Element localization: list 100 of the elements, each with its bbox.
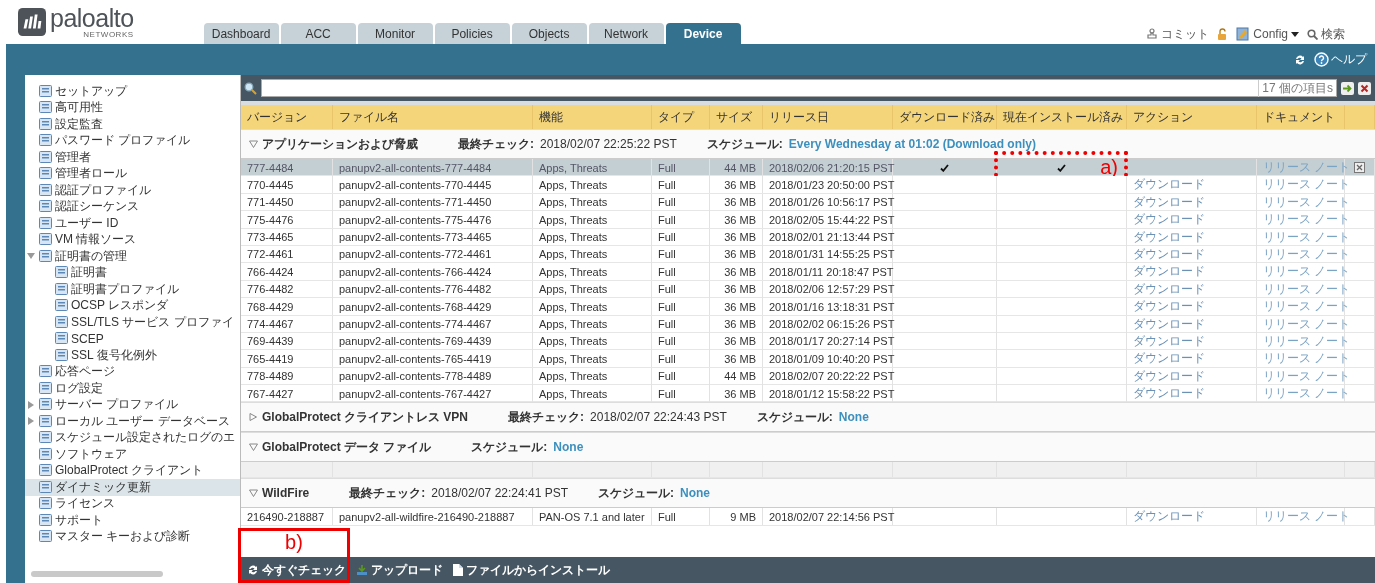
sidebar-item[interactable]: ソフトウェア [25,446,240,463]
sidebar-item[interactable]: 管理者ロール [25,165,240,182]
nav-tab[interactable]: Objects [511,23,587,44]
sidebar-item[interactable]: 高可用性 [25,99,240,116]
table-row[interactable]: 766-4424 panupv2-all-contents-766-4424 Apps, Threats Full 36 MB 2018/01/11 20:18:47 PST ダウンロード リリース ノート [241,263,1375,281]
install-from-file-button[interactable]: ファイルからインストール [453,561,610,579]
nav-tab[interactable]: Dashboard [203,23,279,44]
table-cell: Apps, Threats [533,245,652,263]
table-cell: 2018/01/26 10:56:17 PST [763,193,893,211]
nav-tab[interactable]: Device [665,23,741,44]
table-row[interactable]: 770-4445 panupv2-all-contents-770-4445 Apps, Threats Full 36 MB 2018/01/23 20:50:00 PST ダウンロード リリース ノート [241,176,1375,194]
sidebar-item[interactable]: GlobalProtect クライアント [25,462,240,479]
help-link[interactable]: ヘルプ [1314,51,1367,68]
refresh-icon[interactable] [1294,53,1306,66]
download-link[interactable]: ダウンロード [1133,176,1205,194]
sidebar-item[interactable]: 証明書プロファイル [25,281,240,298]
expander-icon[interactable] [249,443,258,452]
sidebar-item[interactable]: ユーザー ID [25,215,240,232]
schedule-link[interactable]: None [553,440,584,455]
sidebar-item[interactable]: 認証シーケンス [25,198,240,215]
sidebar-item[interactable]: VM 情報ソース [25,231,240,248]
check-label: 最終チェック: [349,484,426,502]
download-link[interactable]: ダウンロード [1133,332,1205,350]
table-row[interactable]: 216490-218887 panupv2-all-wildfire-216490-218887 PAN-OS 7.1 and later Full 9 MB 2018/02/07 22:14:56 PST ダウンロード リリース ノート [241,508,1375,526]
table-cell: 44 MB [710,367,763,385]
table-cell: 770-4445 [241,176,333,194]
scrollbar[interactable] [31,571,163,577]
nav-tab[interactable]: ACC [280,23,356,44]
filter-field[interactable]: 17 個の項目s [261,79,1337,97]
sidebar-item[interactable]: ダイナミック更新 [25,479,240,496]
help-icon [1314,52,1329,67]
sidebar-item[interactable]: スケジュール設定されたログのエ [25,429,240,446]
sidebar-item[interactable]: セットアップ [25,83,240,100]
table-cell: 2018/01/17 20:27:14 PST [763,332,893,350]
table-cell: Apps, Threats [533,315,652,333]
close-icon[interactable] [1354,162,1365,173]
sidebar-item[interactable]: 証明書の管理 [25,248,240,265]
table-cell: 769-4439 [241,332,333,350]
arrow-right-icon[interactable] [1341,81,1354,95]
sidebar-item[interactable]: ログ設定 [25,380,240,397]
sidebar-item[interactable]: SCEP [25,330,240,347]
sidebar-item[interactable]: マスター キーおよび診断 [25,528,240,545]
download-link[interactable]: ダウンロード [1133,263,1205,281]
download-link[interactable]: ダウンロード [1133,298,1205,316]
download-link[interactable]: ダウンロード [1133,193,1205,211]
close-icon[interactable] [1358,81,1371,95]
check-label: 最終チェック: [508,408,585,426]
search-link[interactable]: 検索 [1307,25,1345,43]
sidebar-item[interactable]: 設定監査 [25,116,240,133]
download-link[interactable]: ダウンロード [1133,245,1205,263]
upload-button[interactable]: アップロード [356,561,443,579]
commit-link[interactable]: コミット [1146,25,1210,43]
table-cell: 36 MB [710,211,763,229]
table-cell: 2018/02/01 21:13:44 PST [763,228,893,246]
check-now-button[interactable]: 今すぐチェック [247,561,346,579]
expander-icon[interactable] [249,413,258,422]
lock-icon[interactable] [1217,28,1229,40]
table-cell: 2018/01/11 20:18:47 PST [763,263,893,281]
download-link[interactable]: ダウンロード [1133,367,1205,385]
table-cell: Full [652,211,710,229]
download-link[interactable]: ダウンロード [1133,315,1205,333]
table-cell: Full [652,350,710,368]
table-cell: Full [652,332,710,350]
sidebar-item[interactable]: 応答ページ [25,363,240,380]
table-cell: panupv2-all-wildfire-216490-218887 [333,508,533,526]
download-link[interactable]: ダウンロード [1133,508,1205,526]
expander-icon[interactable] [249,140,258,148]
document-icon [39,117,53,131]
table-cell: panupv2-all-contents-775-4476 [333,211,533,229]
table-cell: Apps, Threats [533,280,652,298]
download-link[interactable]: ダウンロード [1133,280,1205,298]
table-cell: panupv2-all-contents-765-4419 [333,350,533,368]
table-cell: 2018/01/09 10:40:20 PST [763,350,893,368]
sidebar-item[interactable]: サポート [25,512,240,529]
sidebar-item[interactable]: 認証プロファイル [25,182,240,199]
table-row[interactable]: 767-4427 panupv2-all-contents-767-4427 Apps, Threats Full 36 MB 2018/01/12 15:58:22 PST ダウンロード リリース ノート [241,385,1375,403]
sidebar-item[interactable]: ローカル ユーザー データベース [25,413,240,430]
nav-tab[interactable]: Network [588,23,664,44]
config-menu[interactable]: Config [1236,27,1299,41]
sidebar-item[interactable]: 管理者 [25,149,240,166]
expander-icon[interactable] [249,489,258,498]
sidebar-item[interactable]: パスワード プロファイル [25,132,240,149]
download-link[interactable]: ダウンロード [1133,385,1205,403]
document-icon [55,348,69,362]
sidebar-item[interactable]: 証明書 [25,264,240,281]
nav-tab[interactable]: Policies [434,23,510,44]
sidebar-item[interactable]: サーバー プロファイル [25,396,240,413]
table-row[interactable]: 775-4476 panupv2-all-contents-775-4476 Apps, Threats Full 36 MB 2018/02/05 15:44:22 PST ダウンロード リリース ノート [241,211,1375,229]
download-link[interactable]: ダウンロード [1133,228,1205,246]
sidebar-item[interactable]: OCSP レスポンダ [25,297,240,314]
download-link[interactable]: ダウンロード [1133,350,1205,368]
table-cell: Full [652,228,710,246]
sidebar-item[interactable]: SSL 復号化例外 [25,347,240,364]
download-link[interactable]: ダウンロード [1133,211,1205,229]
nav-tab[interactable]: Monitor [357,23,433,44]
sidebar-item[interactable]: ライセンス [25,495,240,512]
table-cell: 36 MB [710,350,763,368]
table-row[interactable]: 765-4419 panupv2-all-contents-765-4419 Apps, Threats Full 36 MB 2018/01/09 10:40:20 PST ダウンロード リリース ノート [241,350,1375,368]
sidebar-item[interactable]: SSL/TLS サービス プロファイ [25,314,240,331]
table-row[interactable]: 768-4429 panupv2-all-contents-768-4429 Apps, Threats Full 36 MB 2018/01/16 13:18:31 PST ダウンロード リリース ノート [241,298,1375,316]
